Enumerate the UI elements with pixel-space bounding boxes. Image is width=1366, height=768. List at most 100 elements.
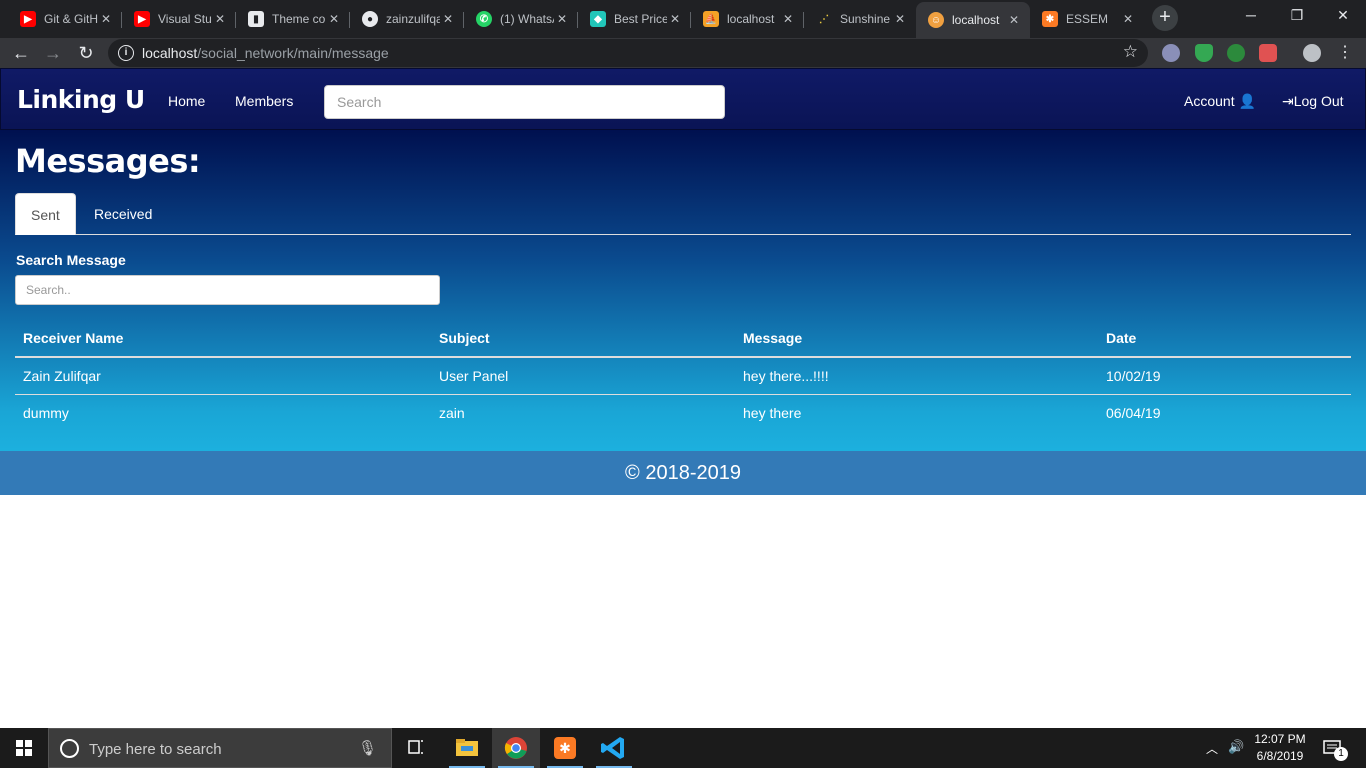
close-tab-icon[interactable]: ✕ [326,12,342,26]
action-center-button[interactable]: 1 [1322,738,1352,762]
browser-tab-active[interactable]: ☺ localhost ✕ [916,2,1030,38]
xampp-button[interactable]: ✱ [541,728,589,768]
task-view-button[interactable] [392,728,440,768]
globe-extension-icon[interactable] [1227,44,1245,62]
browser-tab[interactable]: ✱ ESSEM ✕ [1030,4,1144,34]
people-icon: ☺ [928,12,944,28]
windows-logo-icon [16,740,32,756]
browser-tab[interactable]: ● zainzulifqar ✕ [350,4,464,34]
nav-logout-link[interactable]: ⇥Log Out [1282,93,1344,110]
taskbar-clock[interactable]: 12:07 PM 6/8/2019 [1248,731,1312,765]
table-row[interactable]: Zain Zulifqar User Panel hey there...!!!… [15,357,1351,394]
xampp-icon: ✱ [554,737,576,759]
url-text: localhost/social_network/main/message [142,45,389,61]
taskbar-search-box[interactable]: Type here to search 🎙 [48,728,392,768]
browser-tab[interactable]: ◆ Best Price ✕ [578,4,691,34]
browser-tab[interactable]: ⋰ Sunshine ✕ [804,4,916,34]
folder-icon [456,739,478,756]
message-cell: hey there [735,393,1098,431]
windows-taskbar: Type here to search 🎙 ✱ ︿ 🔊 12:07 PM 6/8… [0,728,1366,768]
close-tab-icon[interactable]: ✕ [440,12,456,26]
site-footer: © 2018-2019 [0,451,1366,495]
cortana-icon [60,739,79,758]
sparkle-icon: ⋰ [819,13,829,25]
close-tab-icon[interactable]: ✕ [554,12,570,26]
nav-home-link[interactable]: Home [168,93,205,109]
reload-icon[interactable]: ↻ [75,42,97,64]
date-cell: 06/04/19 [1098,393,1351,431]
vscode-icon [601,737,624,759]
nav-members-link[interactable]: Members [235,93,293,109]
youtube-icon: ▶ [20,11,36,27]
table-header-row: Receiver Name Subject Message Date [15,319,1351,358]
address-bar[interactable]: i localhost/social_network/main/message … [108,39,1148,67]
web-page: Linking U Home Members Account 👤 ⇥Log Ou… [0,68,1366,728]
site-navbar: Linking U Home Members Account 👤 ⇥Log Ou… [0,68,1366,130]
menu-dots-icon[interactable]: ⋮ [1334,42,1356,64]
date-cell: 10/02/19 [1106,367,1161,384]
browser-tab[interactable]: ⛵ localhost ✕ [691,4,804,34]
new-tab-button[interactable]: + [1152,5,1178,31]
close-tab-icon[interactable]: ✕ [892,12,908,26]
close-tab-icon[interactable]: ✕ [98,12,114,26]
browser-tab[interactable]: ▶ Git & GitHub ✕ [8,4,122,34]
close-tab-icon[interactable]: ✕ [1006,13,1022,27]
browser-tab[interactable]: ▶ Visual Studio ✕ [122,4,236,34]
show-hidden-icons-icon[interactable]: ︿ [1206,740,1218,768]
column-header: Receiver Name [15,319,431,358]
nav-account-link[interactable]: Account 👤 [1184,93,1256,110]
receiver-cell: Zain Zulifqar [23,367,101,384]
close-tab-icon[interactable]: ✕ [780,12,796,26]
microphone-icon[interactable]: 🎙 [358,739,377,757]
vscode-button[interactable] [590,728,638,768]
close-tab-icon[interactable]: ✕ [212,12,228,26]
notification-badge: 1 [1334,747,1348,761]
browser-tab[interactable]: ▮ Theme co ✕ [236,4,350,34]
back-arrow-icon[interactable]: ← [10,42,32,64]
login-arrow-icon: ⇥ [1282,93,1294,109]
youtube-icon: ▶ [134,11,150,27]
chrome-button[interactable] [492,728,540,768]
close-window-icon[interactable]: ✕ [1320,0,1366,30]
page-title: Messages: [15,142,201,180]
task-view-icon [408,740,423,754]
messages-panel: Messages: Sent Received Search Message R… [0,130,1366,451]
volume-icon[interactable]: 🔊 [1228,739,1244,768]
bookmark-star-icon[interactable]: ☆ [1123,42,1138,62]
svg-text:✱: ✱ [559,741,571,757]
browser-toolbar: ← → ↻ i localhost/social_network/main/me… [0,38,1366,68]
subject-cell: User Panel [439,367,509,384]
messages-table: Receiver Name Subject Message Date Zain … [15,319,1351,431]
info-icon[interactable]: i [118,45,134,61]
profile-avatar-icon[interactable] [1303,44,1321,62]
file-explorer-button[interactable] [443,728,491,768]
column-header: Message [735,319,1098,358]
github-icon: ● [362,11,378,27]
column-header: Subject [431,319,735,358]
restore-icon[interactable]: ❐ [1274,0,1320,30]
tabs-divider [15,234,1351,235]
table-row[interactable]: dummy zain hey there 06/04/19 [15,393,1351,431]
tab-sent[interactable]: Sent [15,193,76,235]
extension-icon[interactable] [1162,44,1180,62]
book-icon: ▮ [248,11,264,27]
start-button[interactable] [0,728,48,768]
adblock-extension-icon[interactable] [1259,44,1277,62]
browser-tab[interactable]: ✆ (1) WhatsApp ✕ [464,4,578,34]
forward-arrow-icon[interactable]: → [42,42,64,64]
browser-tab-strip: ▶ Git & GitHub ✕ ▶ Visual Studio ✕ ▮ The… [0,0,1366,38]
tab-received[interactable]: Received [79,193,167,235]
phpmyadmin-icon: ⛵ [703,11,719,27]
price-icon: ◆ [590,11,606,27]
search-message-label: Search Message [16,252,126,268]
shield-extension-icon[interactable] [1195,44,1213,62]
close-tab-icon[interactable]: ✕ [667,12,683,26]
brand-logo[interactable]: Linking U [17,85,145,114]
message-search-input[interactable] [15,275,440,305]
subject-cell: zain [431,393,735,431]
minimize-icon[interactable]: ─ [1228,0,1274,30]
column-header: Date [1098,319,1351,358]
site-search-input[interactable] [324,85,725,119]
message-cell: hey there...!!!! [743,367,829,384]
close-tab-icon[interactable]: ✕ [1120,12,1136,26]
